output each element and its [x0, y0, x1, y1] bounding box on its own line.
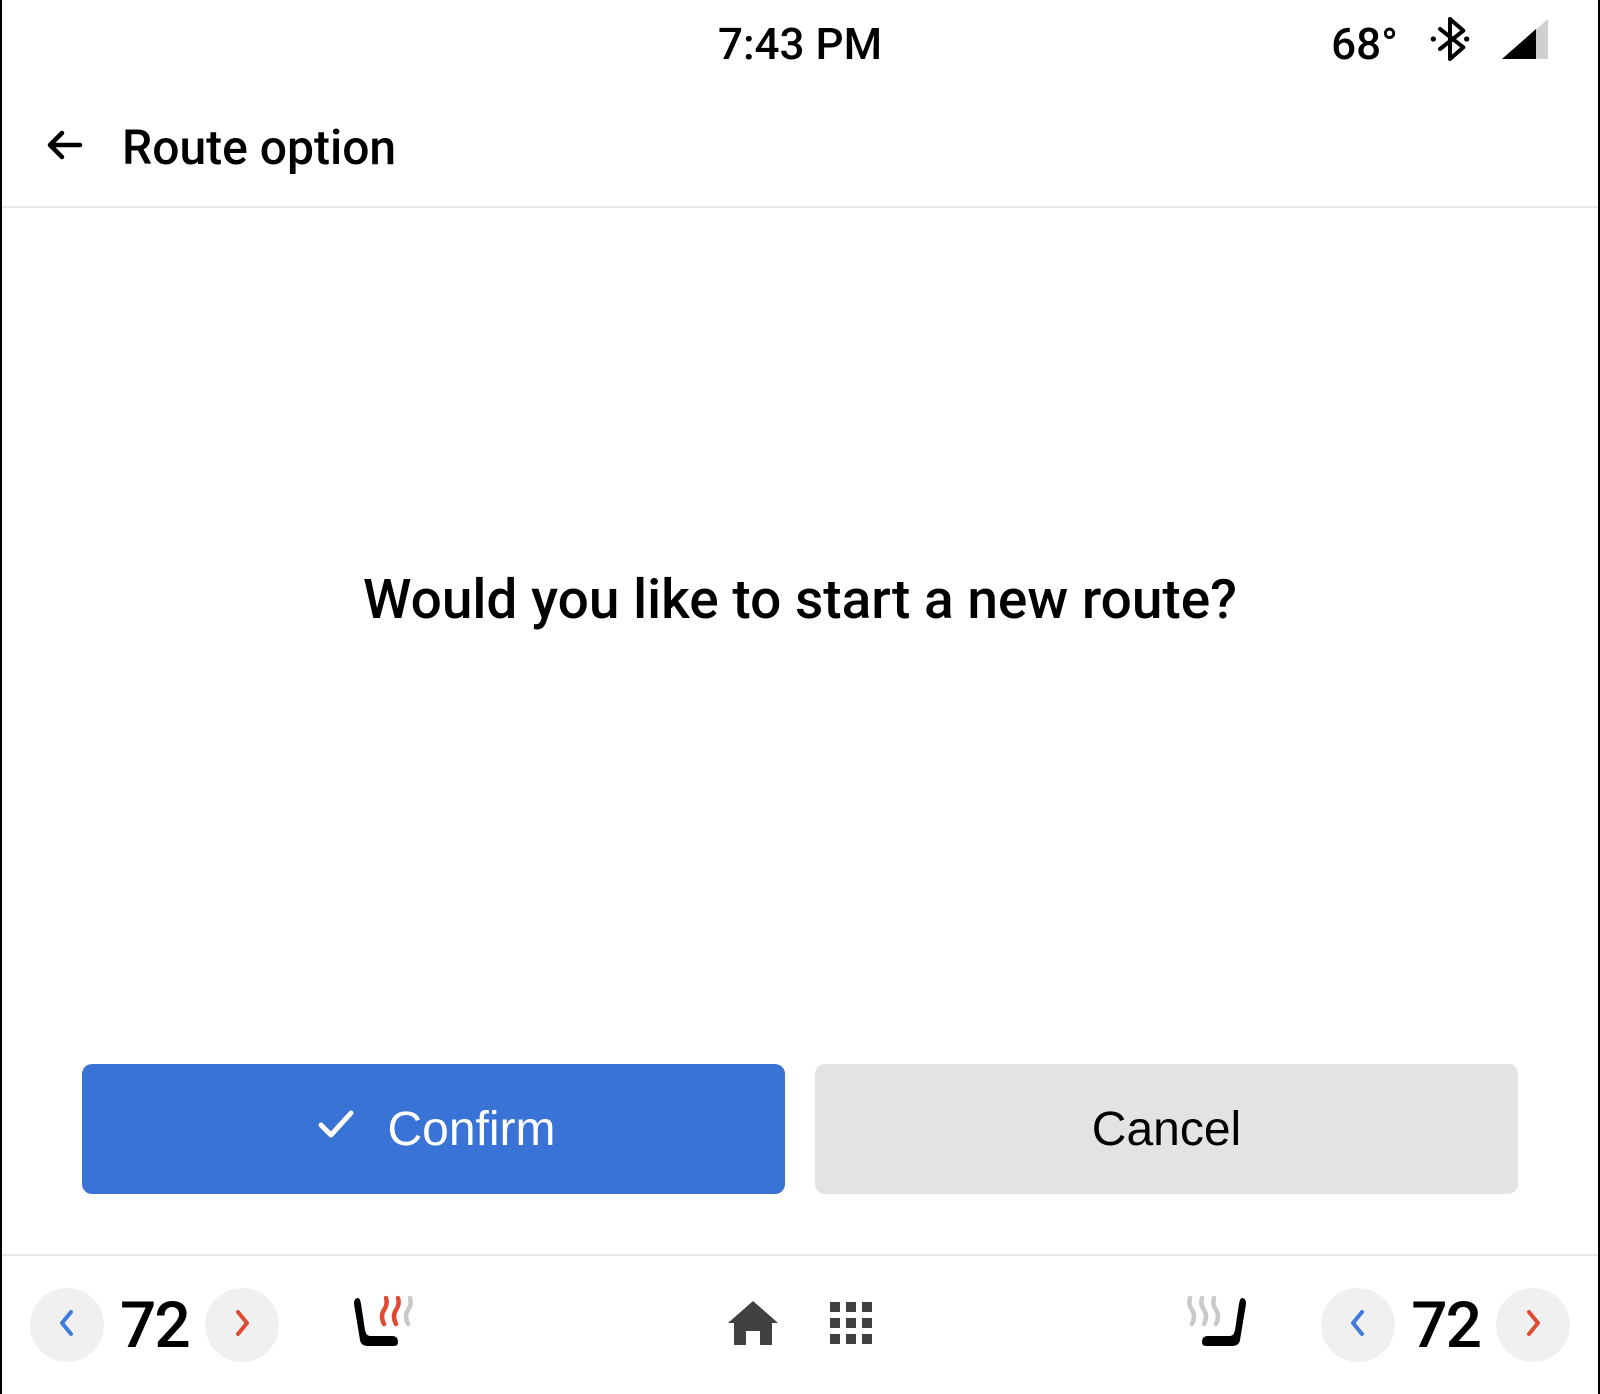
chevron-right-icon: [232, 1308, 252, 1342]
cancel-button[interactable]: Cancel: [815, 1064, 1518, 1194]
page-title: Route option: [122, 119, 396, 176]
apps-button[interactable]: [826, 1298, 876, 1352]
right-heated-seat-button[interactable]: [1171, 1290, 1261, 1360]
left-temp-value: 72: [120, 1288, 189, 1363]
confirm-button[interactable]: Confirm: [82, 1064, 785, 1194]
home-button[interactable]: [724, 1297, 782, 1353]
apps-grid-icon: [826, 1298, 876, 1348]
signal-icon: [1502, 18, 1548, 70]
button-row: Confirm Cancel: [2, 1064, 1598, 1254]
right-temp-up-button[interactable]: [1496, 1288, 1570, 1362]
center-nav-group: [724, 1297, 876, 1353]
chevron-left-icon: [57, 1308, 77, 1342]
title-bar: Route option: [2, 88, 1598, 208]
home-icon: [724, 1297, 782, 1349]
main-content: Would you like to start a new route? Con…: [2, 208, 1598, 1254]
right-temp-value: 72: [1411, 1288, 1480, 1363]
right-temp-down-button[interactable]: [1321, 1288, 1395, 1362]
bluetooth-icon: [1430, 15, 1470, 74]
heated-seat-right-icon: [1176, 1290, 1256, 1360]
back-arrow-icon[interactable]: [42, 121, 90, 173]
chevron-right-icon: [1523, 1308, 1543, 1342]
status-bar: 7:43 PM 68°: [2, 0, 1598, 88]
confirm-button-label: Confirm: [387, 1102, 555, 1157]
prompt-text: Would you like to start a new route?: [2, 568, 1598, 632]
status-time: 7:43 PM: [718, 18, 882, 70]
right-climate-group: 72: [1171, 1288, 1570, 1363]
chevron-left-icon: [1348, 1308, 1368, 1342]
cancel-button-label: Cancel: [1092, 1102, 1241, 1157]
left-temp-up-button[interactable]: [205, 1288, 279, 1362]
check-icon: [311, 1099, 359, 1159]
status-right-group: 68°: [1331, 15, 1548, 74]
left-temp-down-button[interactable]: [30, 1288, 104, 1362]
status-temperature: 68°: [1331, 18, 1398, 70]
left-climate-group: 72: [30, 1288, 429, 1363]
left-heated-seat-button[interactable]: [339, 1290, 429, 1360]
climate-bar: 72: [2, 1254, 1598, 1394]
heated-seat-left-icon: [344, 1290, 424, 1360]
